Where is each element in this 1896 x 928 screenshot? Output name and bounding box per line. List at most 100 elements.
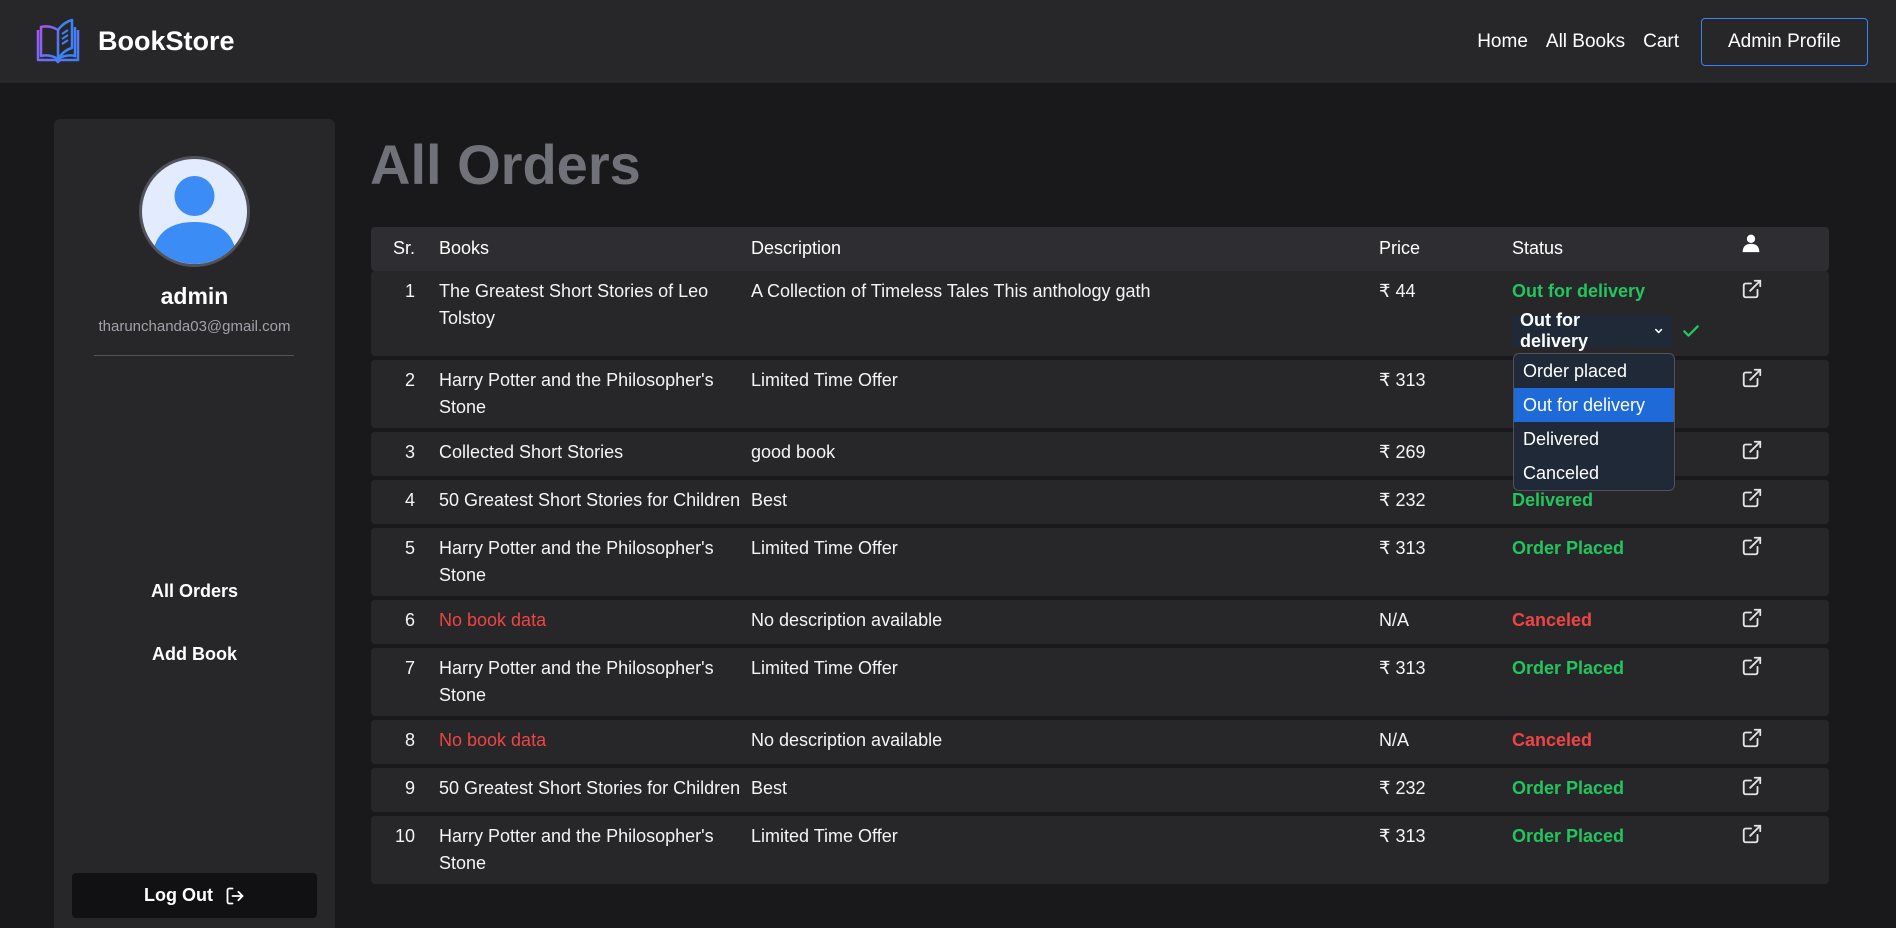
table-header: Sr. Books Description Price Status	[371, 227, 1829, 271]
sidebar: admin tharunchanda03@gmail.com All Order…	[54, 119, 335, 928]
status-option[interactable]: Out for delivery	[1514, 388, 1674, 422]
row-description: Limited Time Offer	[751, 826, 898, 846]
row-book-title: Harry Potter and the Philosopher's Stone	[439, 826, 714, 873]
row-description: good book	[751, 442, 836, 462]
status-dropdown-menu: Order placed Out for delivery Delivered Can…	[1513, 353, 1675, 491]
row-status: Out for delivery	[1512, 281, 1646, 301]
row-status: Delivered	[1512, 490, 1594, 510]
row-book-title: No book data	[439, 730, 547, 750]
row-status: Order Placed	[1512, 658, 1625, 678]
row-price: ₹ 313	[1379, 538, 1426, 558]
row-book-title: Harry Potter and the Philosopher's Stone	[439, 370, 714, 417]
external-link-icon[interactable]	[1741, 487, 1765, 509]
row-sr: 10	[394, 826, 415, 846]
row-sr: 3	[404, 442, 415, 462]
row-sr: 9	[404, 778, 415, 798]
status-select[interactable]: Out for delivery	[1512, 310, 1672, 351]
logout-button[interactable]: Log Out	[72, 873, 317, 918]
status-select-value: Out for delivery	[1520, 310, 1589, 351]
row-sr: 5	[404, 538, 415, 558]
row-price: ₹ 313	[1379, 370, 1426, 390]
row-status: Canceled	[1512, 610, 1593, 630]
row-description: Best	[751, 778, 788, 798]
row-description: A Collection of Timeless Tales This anth…	[751, 281, 1151, 301]
check-icon[interactable]	[1681, 321, 1703, 343]
row-price: N/A	[1379, 730, 1410, 750]
row-book-title: The Greatest Short Stories of Leo Tolsto…	[439, 281, 709, 328]
row-price: ₹ 313	[1379, 658, 1426, 678]
row-description: Limited Time Offer	[751, 538, 898, 558]
nav-all-books[interactable]: All Books	[1546, 31, 1625, 53]
row-book-title: Harry Potter and the Philosopher's Stone	[439, 538, 714, 585]
row-status: Order Placed	[1512, 778, 1625, 798]
brand[interactable]: BookStore	[34, 18, 235, 66]
row-description: Limited Time Offer	[751, 370, 898, 390]
row-price: ₹ 232	[1379, 490, 1426, 510]
divider	[94, 355, 294, 356]
header-books: Books	[439, 238, 490, 258]
row-sr: 7	[404, 658, 415, 678]
chevron-down-icon	[1654, 328, 1663, 334]
navbar: BookStore Home All Books Cart Admin Prof…	[0, 0, 1896, 83]
row-price: ₹ 269	[1379, 442, 1426, 462]
sidebar-item-add-book[interactable]: Add Book	[54, 644, 335, 665]
row-price: N/A	[1379, 610, 1410, 630]
table-row: 10 Harry Potter and the Philosopher's Sto…	[371, 816, 1829, 884]
table-row: 5 Harry Potter and the Philosopher's Ston…	[371, 528, 1829, 596]
logout-icon	[226, 887, 244, 904]
admin-profile-button[interactable]: Admin Profile	[1701, 17, 1868, 66]
row-price: ₹ 313	[1379, 826, 1426, 846]
admin-email: tharunchanda03@gmail.com	[98, 318, 291, 335]
row-sr: 8	[404, 730, 415, 750]
header-status: Status	[1512, 238, 1564, 258]
external-link-icon[interactable]	[1741, 367, 1765, 389]
row-description: Limited Time Offer	[751, 658, 898, 678]
row-sr: 1	[404, 281, 415, 301]
table-row: 7 Harry Potter and the Philosopher's Ston…	[371, 648, 1829, 716]
header-user-icon	[1741, 233, 1765, 261]
logout-label: Log Out	[144, 885, 213, 905]
status-option[interactable]: Order placed	[1514, 354, 1674, 388]
user-avatar-icon	[152, 176, 237, 264]
header-price: Price	[1379, 238, 1421, 258]
external-link-icon[interactable]	[1741, 655, 1765, 677]
table-row: 9 50 Greatest Short Stories for Children B…	[371, 768, 1829, 812]
row-sr: 2	[404, 370, 415, 390]
table-row: 1 The Greatest Short Stories of Leo Tolst…	[371, 271, 1829, 356]
table-row: 8 No book data No description available N/A…	[371, 720, 1829, 764]
row-status: Canceled	[1512, 730, 1593, 750]
book-logo-icon	[36, 18, 80, 63]
row-status: Order Placed	[1512, 538, 1625, 558]
external-link-icon[interactable]	[1741, 823, 1765, 845]
row-book-title: No book data	[439, 610, 547, 630]
row-price: ₹ 232	[1379, 778, 1426, 798]
row-status: Order Placed	[1512, 826, 1625, 846]
header-sr: Sr.	[392, 238, 415, 258]
orders-table: Sr. Books Description Price Status 1 The …	[371, 227, 1829, 884]
row-sr: 6	[404, 610, 415, 630]
row-description: No description available	[751, 730, 943, 750]
row-description: Best	[751, 490, 788, 510]
status-option[interactable]: Delivered	[1514, 422, 1674, 456]
nav-home[interactable]: Home	[1477, 31, 1528, 53]
table-row: 6 No book data No description available N/A…	[371, 600, 1829, 644]
external-link-icon[interactable]	[1741, 439, 1765, 461]
avatar	[139, 156, 250, 267]
status-option[interactable]: Canceled	[1514, 456, 1674, 490]
row-price: ₹ 44	[1379, 281, 1416, 301]
external-link-icon[interactable]	[1741, 727, 1765, 749]
row-book-title: Harry Potter and the Philosopher's Stone	[439, 658, 714, 705]
external-link-icon[interactable]	[1741, 775, 1765, 797]
nav-cart[interactable]: Cart	[1643, 31, 1679, 53]
page-title: All Orders	[370, 133, 641, 196]
row-book-title: 50 Greatest Short Stories for Children	[439, 778, 741, 798]
row-description: No description available	[751, 610, 943, 630]
nav-links: Home All Books Cart Admin Profile	[1477, 17, 1868, 66]
sidebar-item-all-orders[interactable]: All Orders	[54, 581, 335, 602]
external-link-icon[interactable]	[1741, 607, 1765, 629]
external-link-icon[interactable]	[1741, 278, 1765, 300]
row-book-title: Collected Short Stories	[439, 442, 624, 462]
brand-name: BookStore	[98, 26, 235, 56]
external-link-icon[interactable]	[1741, 535, 1765, 557]
header-description: Description	[751, 238, 842, 258]
